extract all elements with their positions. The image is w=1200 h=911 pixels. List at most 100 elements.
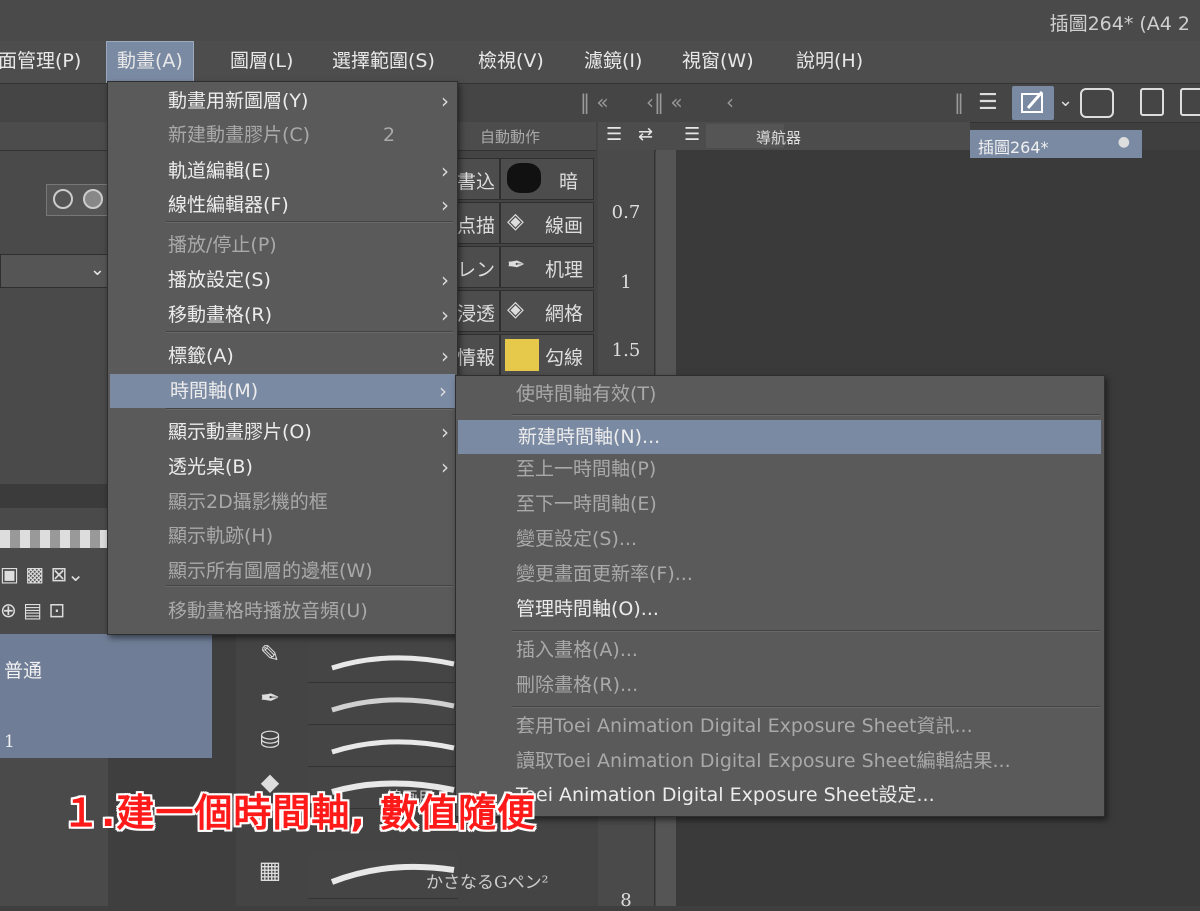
chevron-left-icon[interactable]: ‹ <box>726 90 734 114</box>
menu-item-label: 新建時間軸(N)... <box>518 426 661 448</box>
timeline-menu-item: 插入畫格(A)... <box>456 633 1104 667</box>
navigator-tab[interactable]: 導航器 <box>756 127 801 148</box>
menu-help[interactable]: 說明(H) <box>786 41 873 81</box>
brush-preview[interactable] <box>308 684 458 725</box>
zoom-value[interactable]: 0.7 <box>598 202 654 223</box>
layer-tool-icons[interactable]: ▣ ▩ ⊠⌄ <box>0 562 84 586</box>
material-cell[interactable]: ◈ 網格 <box>500 290 594 332</box>
circle-half-icon[interactable] <box>83 189 103 209</box>
menu-layer[interactable]: 圖層(L) <box>220 41 303 81</box>
menu-item-label: 使時間軸有效(T) <box>516 383 657 405</box>
menu-item-label: 顯示軌跡(H) <box>168 525 274 547</box>
shape-options[interactable] <box>46 184 110 216</box>
sub-tool-header: ☰ ⇄ <box>598 122 676 151</box>
annotation-caption: １.建一個時間軸, 數值隨便 <box>62 791 537 835</box>
material-cell[interactable]: ◈ 線画 <box>500 202 594 244</box>
menu-view[interactable]: 檢視(V) <box>468 41 554 81</box>
menu-item-label: 管理時間軸(O)... <box>516 598 659 620</box>
transparency-checker <box>0 530 108 548</box>
menu-item-label: 動畫用新圖層(Y) <box>168 90 309 112</box>
menu-separator <box>166 408 453 410</box>
frame-tool-icon[interactable]: ▦ <box>250 856 290 892</box>
animation-menu-item[interactable]: 時間軸(M) › <box>110 374 455 408</box>
auto-action-header: 自動動作 <box>456 122 596 151</box>
timeline-menu-item: 至下一時間軸(E) <box>456 487 1104 521</box>
menu-selection[interactable]: 選擇範圍(S) <box>322 41 445 81</box>
brush-preview[interactable] <box>308 726 458 767</box>
material-cell[interactable]: ✒ 机理 <box>500 246 594 288</box>
navigator-header: ☰ 導航器 <box>676 122 970 151</box>
folder-icon[interactable] <box>1180 88 1200 116</box>
menu-item-label: 標籤(A) <box>168 345 234 367</box>
collapse-left-icon[interactable]: ‖ « <box>580 90 609 114</box>
edit-tool-button[interactable] <box>1012 86 1054 120</box>
animation-menu-item[interactable]: 軌道編輯(E) › <box>108 154 457 188</box>
menu-item-label: 播放設定(S) <box>168 269 271 291</box>
timeline-menu-item[interactable]: Toei Animation Digital Exposure Sheet設定.… <box>456 778 1104 812</box>
airbrush-icon[interactable]: ⛁ <box>250 726 290 762</box>
chevron-down-icon[interactable]: ⌄ <box>1058 90 1073 111</box>
material-cell[interactable]: 点描 <box>456 202 500 244</box>
sync-icon[interactable]: ⇄ <box>638 124 653 145</box>
animation-menu-item[interactable]: 標籤(A) › <box>108 339 457 373</box>
pen-icon[interactable]: ✎ <box>250 640 290 676</box>
material-cell[interactable]: 情報 <box>456 334 500 376</box>
spiral-icon[interactable] <box>1080 88 1114 118</box>
pen-nib-icon[interactable]: ✒ <box>250 684 290 720</box>
collapse-left-icon-2[interactable]: ‹‖ « <box>646 90 683 114</box>
animation-menu-item[interactable]: 透光桌(B) › <box>108 450 457 484</box>
animation-menu-item[interactable]: 移動畫格(R) › <box>108 298 457 332</box>
panel-divider <box>0 484 108 508</box>
animation-menu-item[interactable]: 播放設定(S) › <box>108 263 457 297</box>
chevron-right-icon: › <box>441 420 449 444</box>
animation-menu-item[interactable]: 線性編輯器(F) › <box>108 188 457 222</box>
menu-filter[interactable]: 濾鏡(I) <box>574 41 652 81</box>
material-cell[interactable]: レン <box>456 246 500 288</box>
brush-preview[interactable]: かさなるGペン² <box>308 852 548 899</box>
circle-icon[interactable] <box>53 189 73 209</box>
auto-action-tab[interactable]: 自動動作 <box>480 126 540 147</box>
close-dot-icon[interactable]: ● <box>1118 134 1130 150</box>
menu-item-label: 顯示所有圖層的邊框(W) <box>168 560 373 582</box>
character-thumb-icon <box>505 339 539 371</box>
menu-animation[interactable]: 動畫(A) <box>106 41 194 83</box>
menu-page-management[interactable]: 面管理(P) <box>0 41 91 81</box>
menu-item-label: Toei Animation Digital Exposure Sheet設定.… <box>516 784 935 806</box>
layer-blend-mode: 普通 <box>4 660 43 682</box>
animation-menu-item: 顯示2D攝影機的框 <box>108 485 457 519</box>
zoom-value[interactable]: 1 <box>598 272 654 293</box>
menu-window[interactable]: 視窗(W) <box>672 41 764 81</box>
dropdown-field[interactable]: ⌄ <box>0 254 110 288</box>
timeline-menu-item[interactable]: 管理時間軸(O)... <box>456 592 1104 626</box>
menu-item-label: 透光桌(B) <box>168 456 253 478</box>
hamburger-menu-icon[interactable]: ☰ <box>978 90 998 115</box>
canvas-tab[interactable]: 插圖264* ● <box>970 130 1142 158</box>
zoom-value[interactable]: 8 <box>598 890 654 911</box>
brush-preview[interactable] <box>308 642 458 683</box>
timeline-menu-item: 至上一時間軸(P) <box>456 452 1104 486</box>
material-cell[interactable]: 勾線 <box>500 334 594 376</box>
new-page-icon[interactable] <box>1140 88 1164 116</box>
timeline-menu-item[interactable]: 新建時間軸(N)... <box>458 420 1101 454</box>
window-title: 插圖264* (A4 2 <box>1049 13 1190 35</box>
material-cell[interactable]: 浸透 <box>456 290 500 332</box>
menu-icon[interactable]: ☰ <box>606 124 622 145</box>
menu-icon[interactable]: ☰ <box>684 124 700 145</box>
animation-menu-item[interactable]: 動畫用新圖層(Y) › <box>108 84 457 118</box>
animation-menu-item[interactable]: 顯示動畫膠片(O) › <box>108 415 457 449</box>
menu-item-label: 播放/停止(P) <box>168 234 277 256</box>
layer-row-selected[interactable]: 普通 1 <box>0 634 212 758</box>
menu-separator <box>512 414 1100 416</box>
menu-item-label: 套用Toei Animation Digital Exposure Sheet資… <box>516 715 973 737</box>
menu-item-label: 顯示動畫膠片(O) <box>168 421 312 443</box>
material-cell[interactable]: 暗 <box>500 158 594 200</box>
animation-menu-item: 顯示所有圖層的邊框(W) <box>108 554 457 588</box>
material-cell[interactable]: 書込 <box>456 158 500 200</box>
layer-new-icons[interactable]: ⊕ ▤ ⊡ <box>0 598 65 622</box>
title-bar: 插圖264* (A4 2 <box>0 0 1200 41</box>
menu-item-label: 時間軸(M) <box>170 380 259 402</box>
menu-item-label: 至下一時間軸(E) <box>516 493 657 515</box>
menu-item-label: 變更設定(S)... <box>516 528 638 550</box>
zoom-value[interactable]: 1.5 <box>598 340 654 361</box>
timeline-menu-item: 使時間軸有效(T) <box>456 377 1104 411</box>
